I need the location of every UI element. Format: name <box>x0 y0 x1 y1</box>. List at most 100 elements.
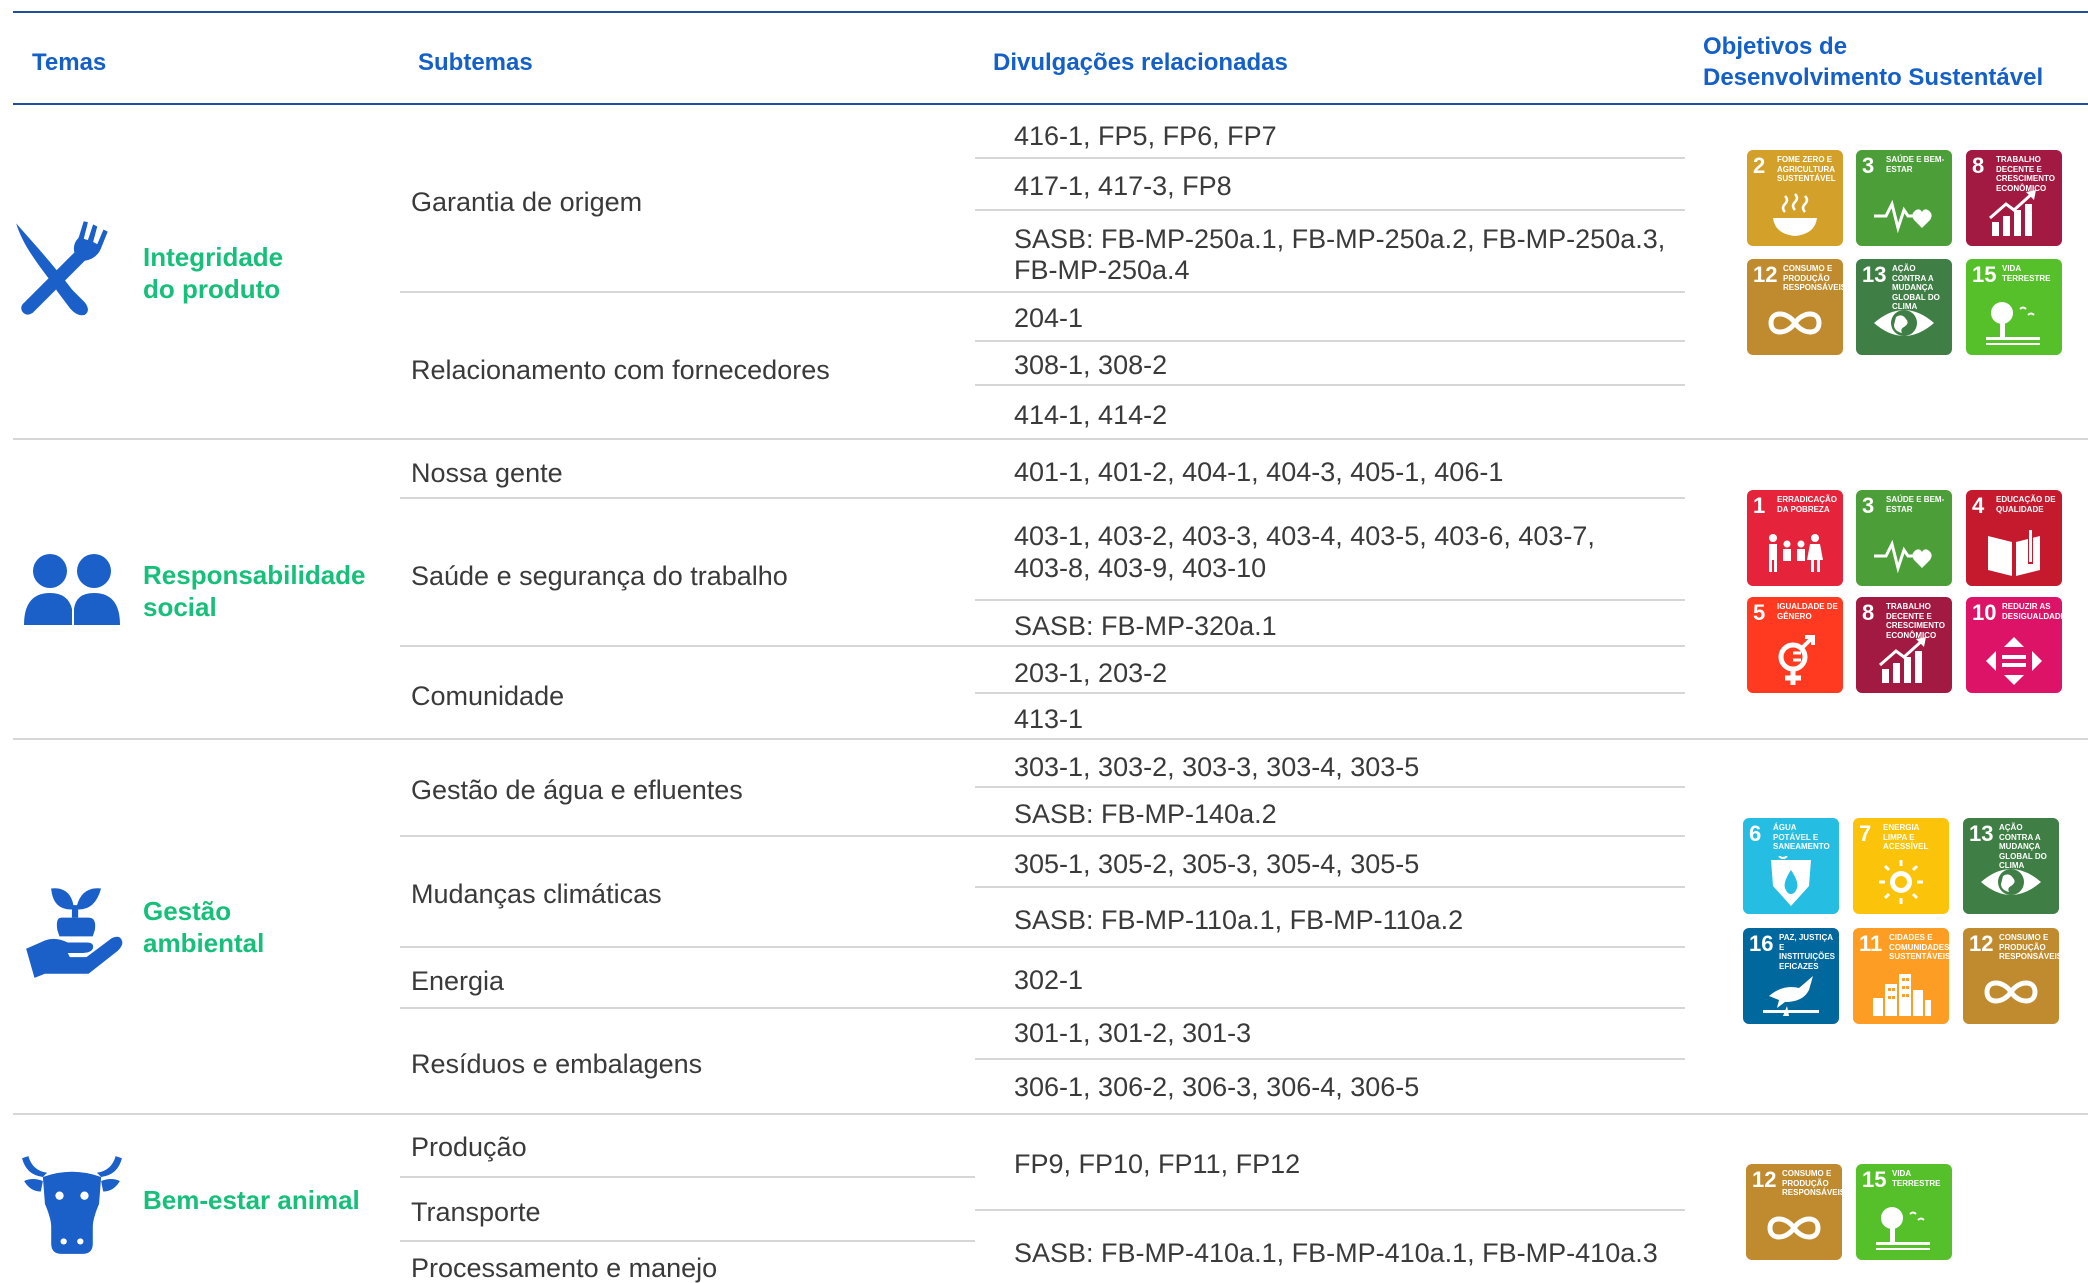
sdg-number: 10 <box>1972 600 1997 625</box>
sdg-label: Educação de qualidade <box>1996 495 2056 514</box>
sdg-number: 1 <box>1753 493 1766 518</box>
subtheme-label: Relacionamento com fornecedores <box>411 355 830 385</box>
sdg-label: Erradicação da pobreza <box>1777 495 1837 514</box>
subtheme-label: Gestão de água e efluentes <box>411 775 743 805</box>
disclosure-divider <box>975 1058 1685 1060</box>
subtheme-label: Produção <box>411 1132 527 1162</box>
infinity-icon <box>1767 1216 1821 1240</box>
sdg-tile: 6 Água potável e saneamento <box>1743 818 1839 914</box>
heartbeat-icon <box>1874 199 1932 234</box>
disclosure-text: FB-MP-250a.4 <box>1014 255 1190 285</box>
disclosure-text: 403-8, 403-9, 403-10 <box>1014 553 1267 583</box>
sdg-number: 3 <box>1862 153 1875 178</box>
gender-icon <box>1778 635 1815 685</box>
subtheme-label: Saúde e segurança do trabalho <box>411 561 788 591</box>
eye-globe-icon <box>1874 310 1934 336</box>
section-separator <box>13 738 2088 740</box>
disclosure-divider <box>975 599 1685 601</box>
sdg-number: 12 <box>1752 1167 1777 1192</box>
disclosure-divider <box>975 157 1685 159</box>
sdg-tile: 7 Energia limpa e acessível <box>1853 818 1949 914</box>
sdg-tile: 12 Consumo e produção responsáveis <box>1747 259 1843 355</box>
bowl-icon <box>1773 193 1817 236</box>
sdg-label: Energia limpa e acessível <box>1883 823 1929 851</box>
header-subtemas: Subtemas <box>418 49 533 76</box>
subtheme-label: Resíduos e embalagens <box>411 1049 703 1079</box>
sdg-tile: 13 Ação contra a mudança global do clima <box>1856 259 1952 355</box>
disclosure-divider <box>975 1209 1685 1211</box>
sdg-label: Igualdade de gênero <box>1777 602 1838 621</box>
book-icon <box>1988 530 2040 576</box>
sun-icon <box>1879 860 1923 904</box>
sdg-tile: 5 Igualdade de gênero <box>1747 597 1843 693</box>
infinity-icon <box>1768 311 1822 335</box>
disclosure-divider <box>975 645 1685 647</box>
theme-title-line2: do produto <box>143 274 281 304</box>
theme-title-line1: Responsabilidade <box>143 560 366 590</box>
header-temas: Temas <box>32 49 107 76</box>
subtheme-label: Comunidade <box>411 681 565 711</box>
subtheme-label: Processamento e manejo <box>411 1253 718 1283</box>
sdg-number: 8 <box>1972 153 1985 178</box>
sdg-tile: 15 Vida terrestre <box>1966 259 2062 355</box>
sdg-label: Água potável e saneamento <box>1773 823 1830 851</box>
sdg-number: 7 <box>1859 821 1872 846</box>
header-divulgacoes: Divulgações relacionadas <box>993 49 1288 76</box>
sdg-number: 8 <box>1862 600 1875 625</box>
sdg-tile: 3 Saúde e bem-estar <box>1856 150 1952 246</box>
section-separator <box>13 1113 2088 1115</box>
subtheme-divider <box>400 946 975 948</box>
city-icon <box>1873 974 1931 1016</box>
hand-plant-icon <box>26 888 123 978</box>
disclosure-text: 305-1, 305-2, 305-3, 305-4, 305-5 <box>1014 849 1420 879</box>
theme-title-line1: Gestão <box>143 896 232 926</box>
sdg-label: Vida terrestre <box>1892 1169 1941 1188</box>
disclosure-text: 413-1 <box>1014 704 1084 734</box>
theme-title-line2: social <box>143 592 217 622</box>
fork-knife-icon <box>16 221 108 316</box>
disclosure-text: 308-1, 308-2 <box>1014 350 1168 380</box>
disclosure-text: 204-1 <box>1014 303 1084 333</box>
sdg-number: 15 <box>1862 1167 1887 1192</box>
disclosure-text: 302-1 <box>1014 965 1084 995</box>
report-page: { "headers": { "temas": "Temas", "subtem… <box>0 0 2088 1283</box>
subtheme-divider <box>400 1240 975 1242</box>
subtheme-label: Nossa gente <box>411 458 563 488</box>
disclosure-divider <box>975 692 1685 694</box>
subtheme-label: Transporte <box>411 1197 541 1227</box>
disclosure-text: 403-1, 403-2, 403-3, 403-4, 403-5, 403-6… <box>1014 521 1595 551</box>
sdg-label: Fome zero e agricultura sustentável <box>1777 155 1836 183</box>
subtheme-divider <box>400 497 975 499</box>
top-rule <box>13 11 2088 13</box>
sdg-tile: 2 Fome zero e agricultura sustentável <box>1747 150 1843 246</box>
disclosure-text: SASB: FB-MP-410a.1, FB-MP-410a.1, FB-MP-… <box>1014 1238 1658 1268</box>
disclosure-divider <box>975 384 1685 386</box>
disclosure-divider <box>975 291 1685 293</box>
eye-globe-icon <box>1981 869 2041 895</box>
disclosure-divider <box>975 1007 1685 1009</box>
sdg-label: Consumo e produção responsáveis <box>1783 264 1843 292</box>
theme-title-line2: ambiental <box>143 928 265 958</box>
subtheme-label: Energia <box>411 966 505 996</box>
sdg-label: Vida terrestre <box>2002 264 2051 283</box>
cow-icon <box>22 1156 122 1254</box>
disclosure-text: 301-1, 301-2, 301-3 <box>1014 1018 1252 1048</box>
sdg-number: 15 <box>1972 262 1997 287</box>
dove-icon <box>1763 976 1819 1016</box>
disclosure-text: 414-1, 414-2 <box>1014 400 1168 430</box>
sdg-number: 3 <box>1862 493 1875 518</box>
people-icon <box>24 554 120 625</box>
subtheme-divider <box>400 835 975 837</box>
disclosure-text: FP9, FP10, FP11, FP12 <box>1014 1149 1301 1179</box>
disclosure-divider <box>975 209 1685 211</box>
sdg-tile: 10 Reduzir as desigualdades <box>1966 597 2062 693</box>
sdg-tile: 12 Consumo e produção responsáveis <box>1963 928 2059 1024</box>
family-icon <box>1769 534 1823 572</box>
sdg-tile: 12 Consumo e produção responsáveis <box>1746 1164 1842 1260</box>
heartbeat-icon <box>1874 539 1932 574</box>
subtheme-divider <box>400 645 975 647</box>
disclosure-divider <box>975 497 1685 499</box>
header-ods-line1: Objetivos de <box>1703 33 1848 60</box>
sdg-number: 4 <box>1972 493 1985 518</box>
sdg-tile: 8 Trabalho decente e crescimento econômic… <box>1966 150 2062 246</box>
